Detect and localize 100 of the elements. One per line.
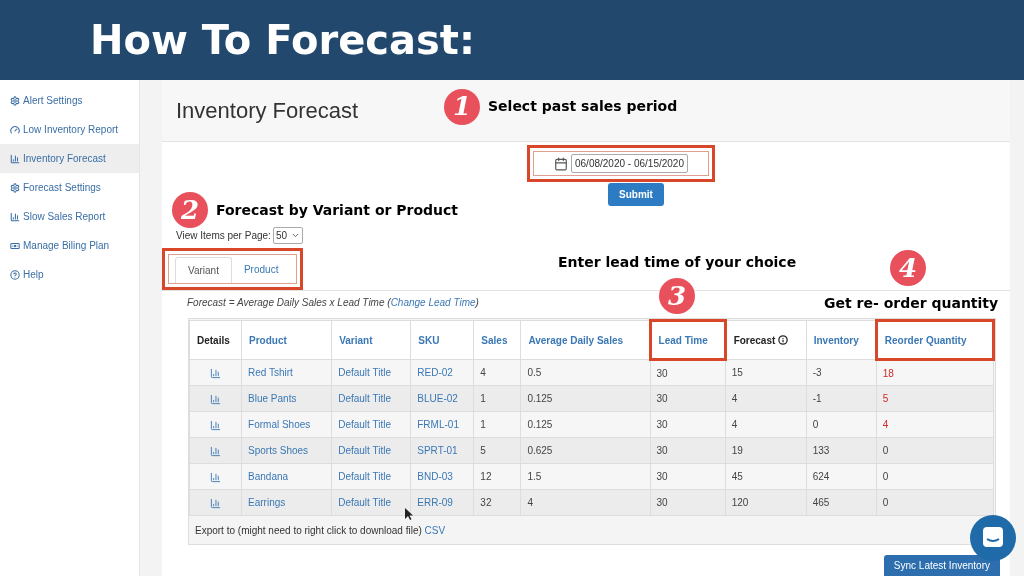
step-caption: Get re- order quantity	[824, 295, 999, 311]
table-cell: 30	[650, 463, 726, 490]
column-header[interactable]: Average Daily Sales	[520, 320, 651, 360]
table-cell: 1	[473, 411, 521, 438]
table-cell[interactable]: Blue Pants	[241, 385, 332, 412]
sidebar-item[interactable]: Low Inventory Report	[0, 115, 139, 144]
date-range-field[interactable]: 06/08/2020 - 06/15/2020	[571, 154, 688, 173]
submit-button[interactable]: Submit	[608, 183, 664, 206]
table-cell: 0.5	[520, 359, 651, 386]
gear-icon	[10, 182, 20, 193]
column-header[interactable]: Product	[241, 320, 332, 360]
table-cell[interactable]: FRML-01	[410, 411, 474, 438]
info-icon[interactable]	[778, 335, 789, 345]
bar-chart-icon	[10, 153, 20, 164]
tab[interactable]: Product	[231, 257, 291, 283]
table-cell: 4	[725, 385, 807, 412]
csv-link[interactable]: CSV	[424, 524, 446, 536]
table-cell: 1.5	[520, 463, 651, 490]
column-header: Forecast	[725, 320, 807, 360]
step-number: 2	[172, 192, 208, 228]
table-cell[interactable]: Red Tshirt	[241, 359, 332, 386]
table-cell: 30	[650, 359, 726, 386]
table-cell: 45	[725, 463, 807, 490]
table-cell: 0	[876, 437, 994, 464]
table-cell: 4	[876, 411, 994, 438]
column-header[interactable]: Reorder Quantity	[876, 320, 994, 360]
gear-icon	[10, 95, 20, 106]
table-cell[interactable]: Default Title	[331, 411, 411, 438]
table-cell: 5	[876, 385, 994, 412]
table-cell[interactable]: Default Title	[331, 463, 411, 490]
formula-text: Forecast = Average Daily Sales x Lead Time (Change Lead Time)	[187, 296, 479, 310]
table-cell[interactable]: Formal Shoes	[241, 411, 332, 438]
table-cell[interactable]: Default Title	[331, 359, 411, 386]
table-cell: 30	[650, 489, 726, 516]
sidebar-item[interactable]: Help	[0, 260, 139, 289]
table-cell: 15	[725, 359, 807, 386]
table-cell: 4	[520, 489, 651, 516]
table-cell[interactable]: Default Title	[331, 437, 411, 464]
sidebar-item[interactable]: Slow Sales Report	[0, 202, 139, 231]
table-cell: 0.625	[520, 437, 651, 464]
table-cell: 0.125	[520, 411, 651, 438]
table-cell: 32	[473, 489, 521, 516]
table-cell[interactable]: Earrings	[241, 489, 332, 516]
table-cell[interactable]: BND-03	[410, 463, 474, 490]
bar-chart-icon[interactable]	[210, 367, 222, 379]
banknote-icon	[10, 240, 20, 251]
table-cell: 0	[876, 463, 994, 490]
chat-icon[interactable]	[970, 515, 1016, 561]
table-cell: 5	[473, 437, 521, 464]
step-caption: Select past sales period	[488, 97, 678, 116]
table-cell: 624	[806, 463, 877, 490]
table-cell[interactable]: BLUE-02	[410, 385, 474, 412]
bar-chart-icon[interactable]	[210, 497, 222, 509]
sidebar-item[interactable]: Forecast Settings	[0, 173, 139, 202]
table-cell: -3	[806, 359, 877, 386]
step-number: 1	[444, 88, 480, 125]
tab[interactable]: Variant	[175, 257, 232, 283]
banner-title: How To Forecast:	[90, 16, 475, 65]
table-cell[interactable]: RED-02	[410, 359, 474, 386]
cursor-icon	[405, 508, 414, 521]
table-cell: 0	[876, 489, 994, 516]
table-cell: -1	[806, 385, 877, 412]
bar-chart-icon	[10, 211, 20, 222]
table-cell[interactable]: ERR-09	[410, 489, 474, 516]
table-cell: 30	[650, 437, 726, 464]
sidebar-item[interactable]: Alert Settings	[0, 86, 139, 115]
step-caption: Enter lead time of your choice	[558, 254, 797, 270]
help-icon	[10, 269, 20, 280]
sync-inventory-button[interactable]: Sync Latest Inventory	[883, 555, 1000, 576]
column-header[interactable]: SKU	[410, 320, 474, 360]
page-title: Inventory Forecast	[176, 97, 360, 125]
gauge-icon	[10, 124, 20, 135]
step-caption: Forecast by Variant or Product	[216, 200, 459, 220]
sidebar-item[interactable]: Inventory Forecast	[0, 144, 139, 173]
table-cell: 0	[806, 411, 877, 438]
table-cell: 4	[725, 411, 807, 438]
table-cell[interactable]: SPRT-01	[410, 437, 474, 464]
bar-chart-icon[interactable]	[210, 393, 222, 405]
table-cell[interactable]: Default Title	[331, 385, 411, 412]
column-header[interactable]: Inventory	[806, 320, 877, 360]
table-cell[interactable]: Sports Shoes	[241, 437, 332, 464]
bar-chart-icon[interactable]	[210, 445, 222, 457]
table-cell: 30	[650, 385, 726, 412]
column-header[interactable]: Variant	[331, 320, 411, 360]
chevron-down-icon	[291, 231, 300, 240]
column-header[interactable]: Sales	[473, 320, 521, 360]
table-cell: 4	[473, 359, 521, 386]
bar-chart-icon[interactable]	[210, 419, 222, 431]
column-header: Details	[189, 320, 242, 360]
step-number: 3	[659, 278, 695, 314]
column-header[interactable]: Lead Time	[650, 320, 726, 360]
items-per-page-label: View Items per Page:	[176, 229, 271, 243]
items-per-page-select[interactable]: 50	[272, 227, 303, 244]
change-lead-time-link[interactable]: Change Lead Time	[390, 297, 476, 308]
table-cell: 19	[725, 437, 807, 464]
calendar-icon[interactable]	[554, 156, 568, 171]
table-cell: 120	[725, 489, 807, 516]
sidebar-item[interactable]: Manage Biling Plan	[0, 231, 139, 260]
table-cell[interactable]: Bandana	[241, 463, 332, 490]
bar-chart-icon[interactable]	[210, 471, 222, 483]
